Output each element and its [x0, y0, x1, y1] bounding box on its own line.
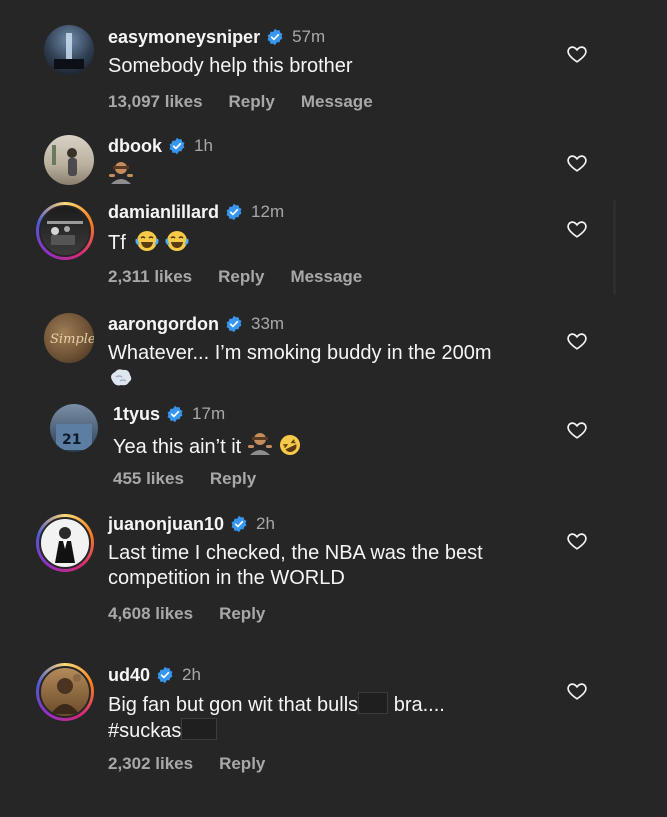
username[interactable]: aarongordon — [108, 314, 219, 335]
verified-badge-icon — [267, 28, 283, 46]
username[interactable]: easymoneysniper — [108, 27, 260, 48]
comment-text: Yea this ain’t it — [113, 431, 302, 460]
reply-button[interactable]: Reply — [219, 604, 265, 624]
likes-count[interactable]: 2,311 likes — [108, 267, 192, 287]
avatar[interactable]: 21 — [50, 404, 98, 452]
reply-button[interactable]: Reply — [229, 92, 275, 112]
dashing-away-emoji-icon — [111, 369, 132, 386]
verified-badge-icon — [167, 405, 183, 423]
comment-text: Tf — [108, 229, 189, 256]
comment-meta: dbook 1h — [108, 134, 213, 158]
comment-meta: juanonjuan10 2h — [108, 512, 275, 536]
reply-button[interactable]: Reply — [218, 267, 264, 287]
comment-meta: aarongordon 33m — [108, 312, 284, 336]
censored-box — [181, 718, 218, 740]
tears-of-joy-emoji-icon — [135, 231, 159, 251]
message-button[interactable]: Message — [290, 267, 362, 287]
comment-actions: 2,311 likes Reply Message — [108, 267, 362, 287]
comment-text: Whatever... I’m smoking buddy in the 200… — [108, 341, 558, 393]
verified-badge-icon — [226, 315, 242, 333]
timestamp: 1h — [194, 136, 213, 155]
comment-actions: 2,302 likes Reply — [108, 754, 265, 774]
comment-text-part: bra.... — [388, 694, 445, 716]
comment-text-line: #suckas — [108, 720, 182, 742]
verified-badge-icon — [169, 137, 185, 155]
comment-text — [108, 160, 134, 189]
timestamp: 12m — [251, 202, 285, 221]
comment-actions: 455 likes Reply — [113, 469, 256, 489]
timestamp: 2h — [182, 665, 201, 684]
censored-box — [358, 692, 389, 714]
comment-text-part: Big fan but gon wit that bulls — [108, 694, 359, 716]
timestamp: 17m — [192, 404, 226, 423]
timestamp: 57m — [292, 27, 326, 46]
avatar[interactable] — [36, 202, 94, 260]
heart-outline-icon[interactable] — [566, 43, 588, 65]
comment-meta: 1tyus 17m — [113, 402, 225, 426]
comment-text-value: Tf — [108, 232, 126, 254]
likes-count[interactable]: 2,302 likes — [108, 754, 193, 774]
likes-count[interactable]: 13,097 likes — [108, 92, 203, 112]
comment-meta: ud40 2h — [108, 663, 201, 687]
verified-badge-icon — [226, 203, 242, 221]
comment-meta: damianlillard 12m — [108, 200, 284, 224]
likes-count[interactable]: 4,608 likes — [108, 604, 193, 624]
comment-meta: easymoneysniper 57m — [108, 25, 325, 49]
avatar[interactable] — [44, 25, 94, 75]
username[interactable]: 1tyus — [113, 404, 160, 425]
reply-button[interactable]: Reply — [219, 754, 265, 774]
rolling-on-floor-laughing-emoji-icon — [280, 435, 301, 455]
verified-badge-icon — [231, 515, 247, 533]
likes-count[interactable]: 455 likes — [113, 469, 184, 489]
comment-text-line: Last time I checked, the NBA was the bes… — [108, 542, 483, 564]
comment-text-value: Whatever... I’m smoking buddy in the 200… — [108, 342, 492, 364]
timestamp: 2h — [256, 514, 275, 533]
username[interactable]: ud40 — [108, 665, 150, 686]
reply-button[interactable]: Reply — [210, 469, 256, 489]
person-shrugging-emoji-icon — [109, 162, 133, 184]
heart-outline-icon[interactable] — [566, 680, 588, 702]
comment-actions: 13,097 likes Reply Message — [108, 92, 373, 112]
verified-badge-icon — [157, 666, 173, 684]
comment-text-line: competition in the WORLD — [108, 567, 345, 589]
comment-text-value: Yea this ain’t it — [113, 436, 242, 458]
timestamp: 33m — [251, 314, 285, 333]
avatar[interactable]: Simple — [44, 313, 94, 363]
scrollbar[interactable] — [613, 200, 616, 295]
heart-outline-icon[interactable] — [566, 530, 588, 552]
comment-text: Last time I checked, the NBA was the bes… — [108, 541, 558, 591]
comment-text: Big fan but gon wit that bulls bra.... #… — [108, 692, 558, 744]
heart-outline-icon[interactable] — [566, 330, 588, 352]
person-shrugging-emoji-icon — [247, 433, 272, 455]
tears-of-joy-emoji-icon — [165, 231, 189, 251]
avatar[interactable] — [44, 135, 94, 185]
heart-outline-icon[interactable] — [566, 152, 588, 174]
svg-text:21: 21 — [62, 432, 81, 448]
username[interactable]: juanonjuan10 — [108, 514, 224, 535]
comment-text: Somebody help this brother — [108, 55, 353, 77]
username[interactable]: damianlillard — [108, 202, 219, 223]
avatar[interactable] — [36, 514, 94, 572]
comment-actions: 4,608 likes Reply — [108, 604, 265, 624]
heart-outline-icon[interactable] — [566, 419, 588, 441]
username[interactable]: dbook — [108, 136, 162, 157]
message-button[interactable]: Message — [301, 92, 373, 112]
heart-outline-icon[interactable] — [566, 218, 588, 240]
svg-text:Simple: Simple — [50, 332, 94, 347]
avatar[interactable] — [36, 663, 94, 721]
